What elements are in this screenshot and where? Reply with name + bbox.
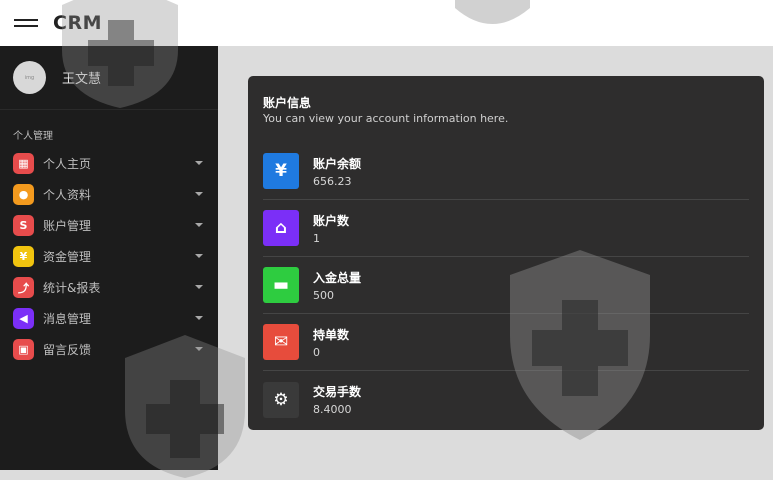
sidebar-item-profile[interactable]: ● 个人资料: [0, 179, 218, 210]
chevron-down-icon: [195, 347, 203, 351]
chevron-down-icon: [195, 161, 203, 165]
stat-balance: ¥ 账户余额 656.23: [263, 143, 749, 200]
stat-account-count: ⌂ 账户数 1: [263, 200, 749, 257]
stat-value: 1: [313, 231, 320, 245]
chart-icon: ⤴: [13, 277, 34, 298]
sidebar-item-label: 留言反馈: [43, 343, 92, 357]
stat-value: 0: [313, 345, 320, 359]
stat-trade-lots: ⚙ 交易手数 8.4000: [263, 371, 749, 428]
sidebar-item-home[interactable]: ▦ 个人主页: [0, 148, 218, 179]
sidebar-item-funds[interactable]: ¥ 资金管理: [0, 241, 218, 272]
chat-icon: ✉: [263, 324, 299, 360]
sidebar: img 王文慧 个人管理 ▦ 个人主页 ● 个人资料 S 账户管理 ¥ 资金管理…: [0, 46, 218, 470]
chevron-down-icon: [195, 285, 203, 289]
account-stats-list: ¥ 账户余额 656.23 ⌂ 账户数 1 ▬ 入金总量 500 ✉ 持单数 0…: [263, 143, 749, 428]
stat-label: 入金总量: [313, 270, 362, 285]
sidebar-section-title: 个人管理: [13, 131, 53, 142]
chevron-down-icon: [195, 223, 203, 227]
stat-value: 656.23: [313, 174, 352, 188]
yen-icon: ¥: [263, 153, 299, 189]
avatar: img: [13, 61, 46, 94]
megaphone-icon: ◀: [13, 308, 34, 329]
menu-toggle-icon[interactable]: [14, 16, 38, 30]
sidebar-item-label: 消息管理: [43, 312, 92, 326]
sidebar-item-label: 个人资料: [43, 188, 92, 202]
card-subtitle: You can view your account information he…: [263, 112, 509, 125]
chevron-down-icon: [195, 254, 203, 258]
grid-icon: ▦: [13, 153, 34, 174]
card-icon: ▬: [263, 267, 299, 303]
user-profile[interactable]: img 王文慧: [0, 46, 218, 110]
stat-label: 账户余额: [313, 156, 362, 171]
stat-total-deposit: ▬ 入金总量 500: [263, 257, 749, 314]
sidebar-item-label: 统计&报表: [43, 281, 101, 295]
sidebar-item-reports[interactable]: ⤴ 统计&报表: [0, 272, 218, 303]
feedback-icon: ▣: [13, 339, 34, 360]
sidebar-item-label: 资金管理: [43, 250, 92, 264]
top-bar: CRM: [0, 0, 773, 46]
stat-label: 账户数: [313, 213, 350, 228]
sidebar-item-accounts[interactable]: S 账户管理: [0, 210, 218, 241]
sidebar-item-label: 账户管理: [43, 219, 92, 233]
stat-open-orders: ✉ 持单数 0: [263, 314, 749, 371]
chevron-down-icon: [195, 192, 203, 196]
gear-icon: ⚙: [263, 381, 299, 418]
stat-label: 交易手数: [313, 385, 362, 399]
stat-value: 8.4000: [313, 403, 352, 416]
user-name: 王文慧: [62, 72, 102, 87]
card-title: 账户信息: [263, 96, 312, 110]
sidebar-item-feedback[interactable]: ▣ 留言反馈: [0, 334, 218, 365]
account-icon: S: [13, 215, 34, 236]
sidebar-item-messages[interactable]: ◀ 消息管理: [0, 303, 218, 334]
yen-icon: ¥: [13, 246, 34, 267]
profile-icon: ●: [13, 184, 34, 205]
account-info-card: 账户信息 You can view your account informati…: [248, 76, 764, 430]
brand-title: CRM: [53, 12, 102, 34]
chevron-down-icon: [195, 316, 203, 320]
stat-value: 500: [313, 288, 334, 302]
stat-label: 持单数: [313, 327, 350, 342]
sidebar-item-label: 个人主页: [43, 157, 92, 171]
store-icon: ⌂: [263, 210, 299, 246]
